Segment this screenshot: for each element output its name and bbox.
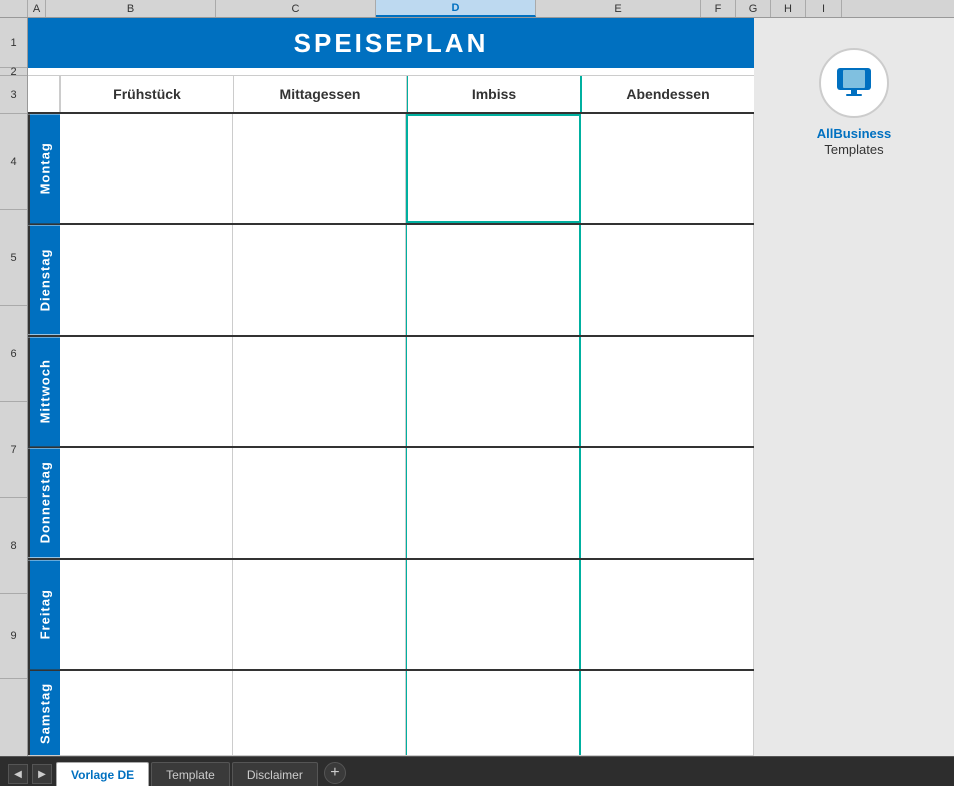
cell-freitag-mittagessen[interactable]	[233, 560, 406, 669]
cell-donnerstag-fruehstueck[interactable]	[60, 448, 233, 557]
day-row-dienstag: Dienstag	[28, 225, 754, 336]
cell-dienstag-abendessen[interactable]	[581, 225, 754, 334]
cell-freitag-abendessen[interactable]	[581, 560, 754, 669]
cell-dienstag-mittagessen[interactable]	[233, 225, 406, 334]
main-area: 1 2 3 4 5 6 7 8 9 SPEISEPLAN Frü	[0, 18, 954, 756]
row-num-3[interactable]: 3	[0, 76, 27, 114]
day-label-spacer	[28, 76, 60, 112]
col-header-F[interactable]: F	[701, 0, 736, 17]
cell-mittwoch-abendessen[interactable]	[581, 337, 754, 446]
col-header-G[interactable]: G	[736, 0, 771, 17]
cell-samstag-fruehstueck[interactable]	[60, 671, 233, 755]
row-num-9[interactable]: 9	[0, 594, 27, 679]
row-num-5[interactable]: 5	[0, 210, 27, 306]
day-row-donnerstag: Donnerstag	[28, 448, 754, 559]
cell-montag-mittagessen[interactable]	[233, 114, 406, 223]
day-row-freitag: Freitag	[28, 560, 754, 671]
row-2	[28, 68, 754, 76]
tab-nav-next[interactable]: ▶	[32, 764, 52, 784]
cell-montag-abendessen[interactable]	[581, 114, 754, 223]
column-headers: A B C D E F G H I	[0, 0, 954, 18]
allbusiness-logo-icon	[829, 58, 879, 108]
col-header-E[interactable]: E	[536, 0, 701, 17]
cell-mittwoch-mittagessen[interactable]	[233, 337, 406, 446]
speiseplan-title: SPEISEPLAN	[294, 28, 489, 59]
logo-circle	[819, 48, 889, 118]
cell-montag-imbiss[interactable]	[406, 114, 581, 223]
col-header-A[interactable]: A	[28, 0, 46, 17]
cell-samstag-mittagessen[interactable]	[233, 671, 406, 755]
cell-donnerstag-imbiss[interactable]	[406, 448, 581, 557]
day-rows: Montag Dienstag	[28, 114, 754, 756]
row-numbers: 1 2 3 4 5 6 7 8 9	[0, 18, 28, 756]
tab-nav-prev[interactable]: ◀	[8, 764, 28, 784]
cell-samstag-abendessen[interactable]	[581, 671, 754, 755]
row-num-1[interactable]: 1	[0, 18, 27, 68]
cell-dienstag-imbiss[interactable]	[406, 225, 581, 334]
right-panel: AllBusiness Templates	[754, 18, 954, 756]
sheet-table: SPEISEPLAN Frühstück Mittagessen Imbiss …	[28, 18, 754, 756]
row-num-8[interactable]: 8	[0, 498, 27, 594]
day-label-freitag: Freitag	[28, 560, 60, 669]
tab-vorlage-de[interactable]: Vorlage DE	[56, 762, 149, 786]
cell-mittwoch-fruehstueck[interactable]	[60, 337, 233, 446]
day-label-samstag: Samstag	[28, 671, 60, 755]
header-fruehstueck: Frühstück	[60, 76, 234, 112]
col-header-I[interactable]: I	[806, 0, 841, 17]
cell-dienstag-fruehstueck[interactable]	[60, 225, 233, 334]
tab-template[interactable]: Template	[151, 762, 230, 786]
logo-label-line1: AllBusiness	[817, 126, 891, 142]
col-header-C[interactable]: C	[216, 0, 376, 17]
add-sheet-button[interactable]: +	[324, 762, 346, 784]
logo-label-line2: Templates	[824, 142, 883, 157]
meal-header-row: Frühstück Mittagessen Imbiss Abendessen	[28, 76, 754, 114]
row-num-7[interactable]: 7	[0, 402, 27, 498]
cell-donnerstag-mittagessen[interactable]	[233, 448, 406, 557]
day-label-mittwoch: Mittwoch	[28, 337, 60, 446]
day-row-samstag: Samstag	[28, 671, 754, 756]
cell-donnerstag-abendessen[interactable]	[581, 448, 754, 557]
spreadsheet-content: SPEISEPLAN Frühstück Mittagessen Imbiss …	[28, 18, 754, 756]
header-abendessen: Abendessen	[582, 76, 754, 112]
col-header-spacer	[0, 0, 28, 17]
tab-bar: ◀ ▶ Vorlage DE Template Disclaimer +	[0, 756, 954, 786]
row-num-4[interactable]: 4	[0, 114, 27, 210]
day-label-donnerstag: Donnerstag	[28, 448, 60, 557]
header-mittagessen: Mittagessen	[234, 76, 407, 112]
tab-disclaimer[interactable]: Disclaimer	[232, 762, 318, 786]
day-row-montag: Montag	[28, 114, 754, 225]
title-row: SPEISEPLAN	[28, 18, 754, 68]
day-label-dienstag: Dienstag	[28, 225, 60, 334]
col-header-D[interactable]: D	[376, 0, 536, 17]
row-num-6[interactable]: 6	[0, 306, 27, 402]
cell-freitag-imbiss[interactable]	[406, 560, 581, 669]
day-label-montag: Montag	[28, 114, 60, 223]
spreadsheet-wrapper: A B C D E F G H I 1 2 3 4 5 6 7 8 9	[0, 0, 954, 756]
cell-mittwoch-imbiss[interactable]	[406, 337, 581, 446]
header-imbiss: Imbiss	[407, 76, 582, 112]
day-row-mittwoch: Mittwoch	[28, 337, 754, 448]
col-header-B[interactable]: B	[46, 0, 216, 17]
cell-samstag-imbiss[interactable]	[406, 671, 581, 755]
col-header-H[interactable]: H	[771, 0, 806, 17]
cell-freitag-fruehstueck[interactable]	[60, 560, 233, 669]
cell-montag-fruehstueck[interactable]	[60, 114, 233, 223]
row-num-2[interactable]: 2	[0, 68, 27, 76]
